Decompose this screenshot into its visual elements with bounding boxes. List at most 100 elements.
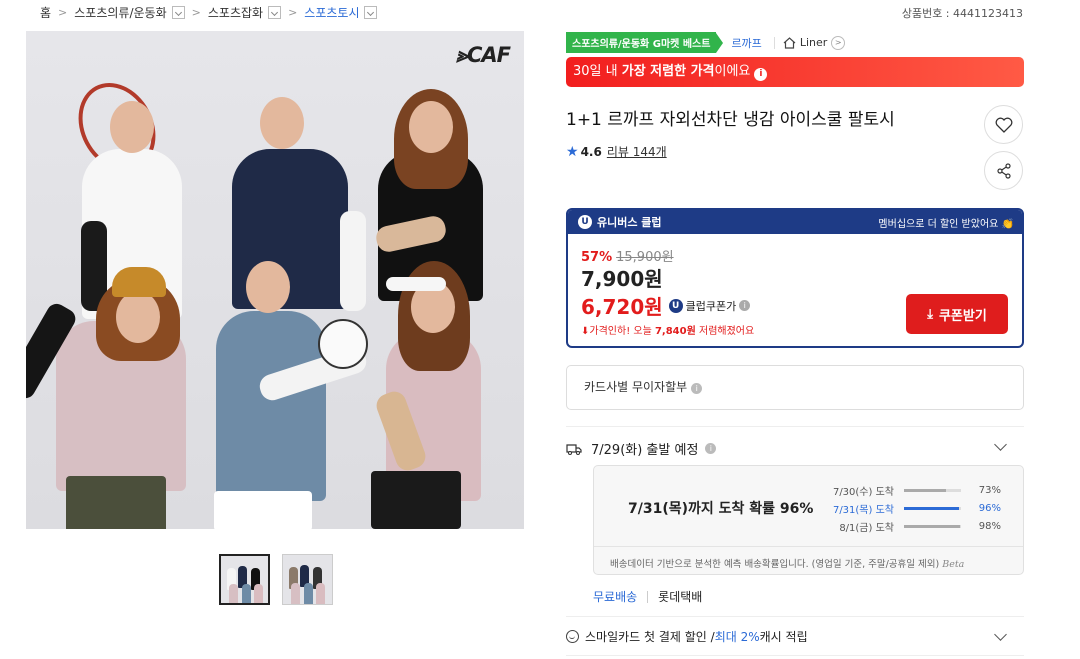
model-head [260,97,304,149]
sale-price: 7,900원 [581,267,663,291]
delivery-probability: 7/31(목)까지 도착 확률 96% [628,501,814,517]
club-coupon-label: U 클럽쿠폰가 i [668,298,751,314]
shop-link[interactable]: Liner > [783,35,846,50]
breadcrumb-category-1[interactable]: 스포츠의류/운동화 [74,4,166,21]
review-count-link[interactable]: 리뷰 144개 [607,143,667,160]
brand-link[interactable]: 르까프 [731,35,761,51]
model-head [246,261,290,313]
chevron-down-icon[interactable] [171,6,185,19]
rating-score: 4.6 [580,144,602,159]
shop-name: Liner [799,36,828,49]
model-figure [216,311,326,501]
product-number: 상품번호 : 4441123413 [901,7,1023,20]
rating-summary: ★ 4.6 리뷰 144개 [566,143,667,160]
bucket-hat [112,267,166,297]
lowest-price-banner: 30일 내 가장 저렴한 가격이에요 i [566,57,1024,87]
info-icon[interactable]: i [739,300,751,311]
truck-icon [566,443,582,455]
heart-icon [995,117,1012,133]
breadcrumb-separator-icon: > [191,6,201,19]
sun-visor [386,277,446,291]
probability-bar-fill [904,507,959,510]
delivery-probability-row: 8/1(금) 도착 98% [814,519,1001,534]
drop-text-end: 저렴해졌어요 [695,326,755,337]
chevron-down-icon[interactable] [994,628,1007,641]
club-title: U 유니버스 클럽 [578,214,662,230]
wishlist-button[interactable] [984,105,1023,144]
model-head [409,101,453,153]
breadcrumb-home[interactable]: 홈 [40,4,51,21]
banner-text-end: 이에요 [714,64,751,79]
breadcrumb-separator-icon: > [58,6,68,19]
arrival-date: 7/31(목) 도착 [832,505,894,516]
chevron-down-icon[interactable] [364,6,378,19]
delivery-probability-box: 7/31(목)까지 도착 확률 96% 7/30(수) 도착 73% 7/31(목)… [593,465,1024,575]
smilecard-benefit[interactable]: 스마일카드 첫 결제 할인 / 최대 2% 캐시 적립 [566,628,808,645]
probability-bar [904,525,961,528]
delivery-note-text: 배송데이터 기반으로 분석한 예측 배송확률입니다. (영업일 기준, 주말/공… [610,559,940,570]
club-benefit-text: 멤버십으로 더 할인 받았어요 👏 [878,218,1014,230]
model-pants [214,491,312,529]
club-header[interactable]: U 유니버스 클럽 멤버십으로 더 할인 받았어요 👏 [568,210,1022,234]
best-badge[interactable]: 스포츠의류/운동화 G마켓 베스트 [566,32,717,53]
divider [773,36,775,49]
shipping-header[interactable]: 7/29(화) 출발 예정 i [566,439,717,458]
smilecard-text: 스마일카드 첫 결제 할인 / [585,630,715,644]
arm-sleeve [340,211,366,311]
model-head [110,101,154,153]
chevron-down-icon[interactable] [268,6,282,19]
arrival-date: 7/30(수) 도착 [832,487,894,498]
info-icon[interactable]: i [754,68,768,81]
model-skirt [371,471,461,529]
free-shipping-label: 무료배송 [593,590,638,604]
product-main-image[interactable]: ⪢CAF [26,31,524,529]
universe-club-icon: U [578,215,592,229]
smile-icon [566,630,579,643]
club-coupon-price-row: 6,720원 U 클럽쿠폰가 i [581,291,751,320]
badge-row: 스포츠의류/운동화 G마켓 베스트 르까프 Liner > [566,32,846,53]
thumbnail-2[interactable] [282,554,333,605]
probability-bar [904,507,961,510]
badge-arrow-icon [716,32,724,53]
brand-logo: ⪢CAF [456,43,511,67]
banner-emphasis: 가장 저렴한 가격 [621,64,715,79]
star-icon: ★ [566,143,579,160]
smilecard-highlight: 최대 2% [714,630,760,644]
probability-value: 73% [978,485,1001,496]
club-coupon-text: 클럽쿠폰가 [685,299,737,313]
share-button[interactable] [984,151,1023,190]
carrier-name: 롯데택배 [658,590,703,604]
breadcrumb-category-3[interactable]: 스포츠토시 [304,4,359,21]
probability-bar [904,489,961,492]
download-icon: ⤓ [927,306,933,322]
installment-info[interactable]: 카드사별 무이자할부 i [566,365,1024,410]
info-icon[interactable]: i [705,443,717,454]
divider [566,655,1024,656]
probability-bar-fill [904,489,946,492]
breadcrumb: 홈 > 스포츠의류/운동화 > 스포츠잡화 > 스포츠토시 [40,4,378,21]
soccer-ball-illustration [318,319,368,369]
divider [647,590,649,603]
smilecard-text-end: 캐시 적립 [759,630,808,644]
departure-date: 7/29(화) 출발 예정 [591,443,699,458]
delivery-note: 배송데이터 기반으로 분석한 예측 배송확률입니다. (영업일 기준, 주말/공… [594,546,1023,570]
get-coupon-button[interactable]: ⤓ 쿠폰받기 [906,294,1008,334]
club-coupon-price: 6,720원 [581,295,663,319]
model-head [116,291,160,343]
chevron-down-icon[interactable] [994,438,1007,451]
share-icon [996,162,1011,179]
price-box: U 유니버스 클럽 멤버십으로 더 할인 받았어요 👏 57% 15,900원 7… [566,208,1024,348]
breadcrumb-separator-icon: > [288,6,298,19]
probability-value: 98% [978,521,1001,532]
product-title: 1+1 르까프 자외선차단 냉감 아이스쿨 팔토시 [566,110,895,130]
delivery-method: 무료배송 롯데택배 [593,588,702,605]
breadcrumb-category-2[interactable]: 스포츠잡화 [208,4,263,21]
probability-value: 96% [978,503,1001,514]
delivery-probability-row: 7/31(목) 도착 96% [814,501,1001,516]
arrival-date: 8/1(금) 도착 [839,523,894,534]
drop-text: 가격인하! 오늘 [589,326,655,337]
thumbnail-1[interactable] [219,554,270,605]
model-pants [66,476,166,529]
divider [566,426,1024,427]
info-icon[interactable]: i [691,383,703,394]
